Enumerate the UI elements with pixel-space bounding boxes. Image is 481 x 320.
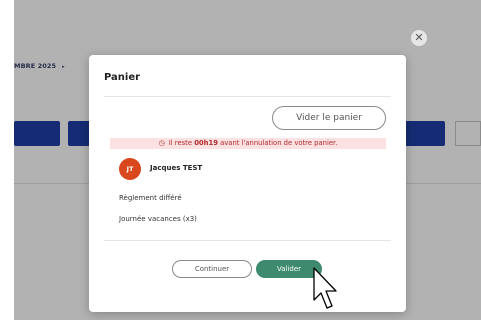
alert-time: 00h19: [194, 139, 218, 147]
cart-item-line: Journée vacances (x3): [119, 215, 197, 223]
payment-method-line: Règlement différé: [119, 194, 182, 202]
modal-divider: [104, 240, 391, 241]
mouse-pointer-icon: [313, 267, 337, 309]
cart-modal: Panier Vider le panier ◷ Il reste 00h19 a…: [89, 55, 406, 312]
left-edge: [0, 0, 14, 320]
empty-cart-button[interactable]: Vider le panier: [272, 106, 386, 130]
alert-prefix: Il reste: [168, 139, 195, 147]
continue-button[interactable]: Continuer: [172, 260, 252, 278]
person-name: Jacques TEST: [150, 164, 203, 172]
cart-expiry-alert: ◷ Il reste 00h19 avant l'annulation de vo…: [110, 138, 386, 149]
clock-icon: ◷: [158, 139, 165, 147]
alert-suffix: avant l'annulation de votre panier.: [217, 139, 338, 147]
modal-divider: [104, 96, 391, 97]
avatar: JT: [119, 158, 141, 180]
modal-title: Panier: [104, 72, 141, 83]
close-icon[interactable]: ✕: [411, 30, 427, 46]
